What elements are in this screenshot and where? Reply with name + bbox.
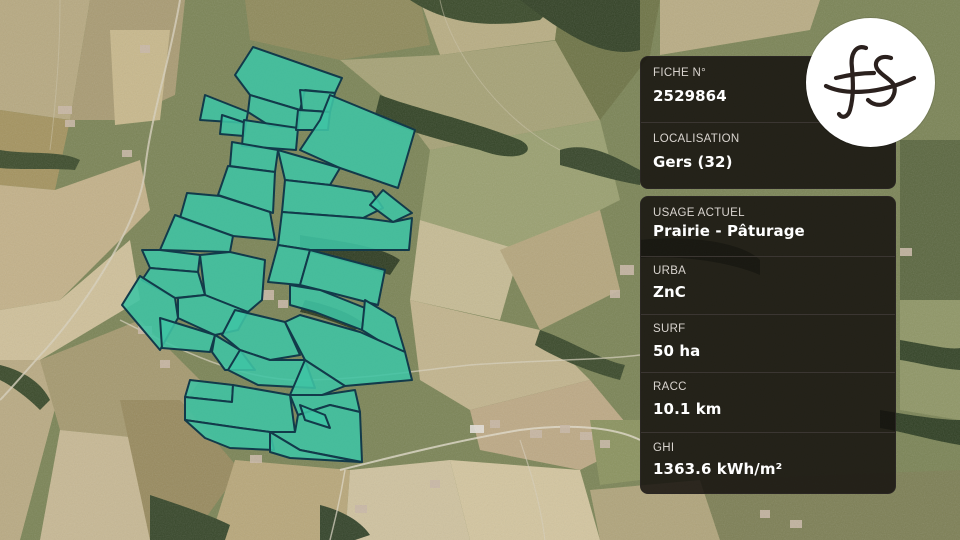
ghi-row: GHI 1363.6 kWh/m² (641, 433, 895, 493)
parcel-details-panel: USAGE ACTUEL Prairie - Pâturage URBA ZnC… (640, 196, 896, 494)
usage-row: USAGE ACTUEL Prairie - Pâturage (641, 197, 895, 257)
urba-row: URBA ZnC (641, 257, 895, 315)
urba-label: URBA (653, 265, 687, 277)
fs-monogram-logo (823, 45, 917, 119)
ghi-value: 1363.6 kWh/m² (653, 460, 783, 478)
surf-row: SURF 50 ha (641, 315, 895, 373)
racc-row: RACC 10.1 km (641, 373, 895, 433)
fiche-value: 2529864 (653, 87, 727, 105)
localisation-label: LOCALISATION (653, 133, 740, 145)
brand-logo[interactable] (806, 18, 935, 147)
surf-label: SURF (653, 323, 686, 335)
usage-value: Prairie - Pâturage (653, 222, 805, 240)
urba-value: ZnC (653, 283, 686, 301)
fiche-label: FICHE N° (653, 67, 706, 79)
surf-value: 50 ha (653, 342, 701, 360)
usage-label: USAGE ACTUEL (653, 207, 745, 219)
racc-value: 10.1 km (653, 400, 722, 418)
localisation-value: Gers (32) (653, 153, 733, 171)
racc-label: RACC (653, 381, 687, 393)
ghi-label: GHI (653, 442, 675, 454)
